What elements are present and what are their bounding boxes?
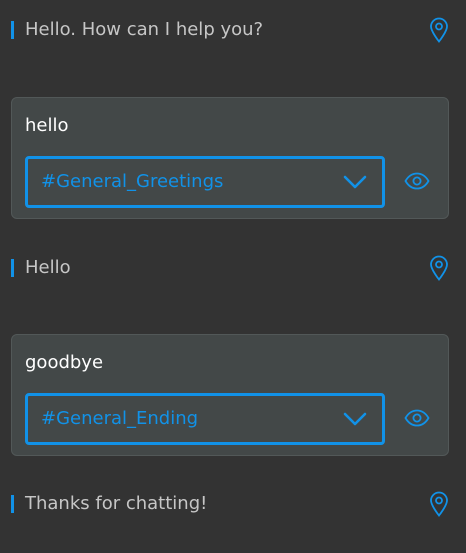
intent-dropdown[interactable]: #General_Ending: [25, 393, 385, 445]
eye-icon[interactable]: [403, 405, 431, 431]
intent-dropdown[interactable]: #General_Greetings: [25, 156, 385, 208]
user-message-card: hello #General_Greetings: [11, 97, 449, 219]
user-message-text: goodbye: [25, 352, 104, 373]
bot-message: Hello: [11, 254, 451, 282]
user-message-text: hello: [25, 115, 69, 136]
chevron-down-icon: [343, 412, 367, 426]
bot-message-indicator: [11, 21, 14, 39]
location-pin-icon[interactable]: [427, 254, 451, 282]
location-pin-icon[interactable]: [427, 490, 451, 518]
eye-icon[interactable]: [403, 168, 431, 194]
user-message-card: goodbye #General_Ending: [11, 334, 449, 456]
bot-message-text: Hello. How can I help you?: [25, 19, 264, 40]
location-pin-icon[interactable]: [427, 16, 451, 44]
intent-dropdown-value: #General_Greetings: [41, 171, 224, 192]
bot-message: Thanks for chatting!: [11, 490, 451, 518]
bot-message-text: Hello: [25, 257, 71, 278]
bot-message-indicator: [11, 259, 14, 277]
intent-dropdown-value: #General_Ending: [41, 408, 199, 429]
bot-message: Hello. How can I help you?: [11, 16, 451, 44]
bot-message-indicator: [11, 495, 14, 513]
chevron-down-icon: [343, 175, 367, 189]
bot-message-text: Thanks for chatting!: [25, 493, 208, 514]
